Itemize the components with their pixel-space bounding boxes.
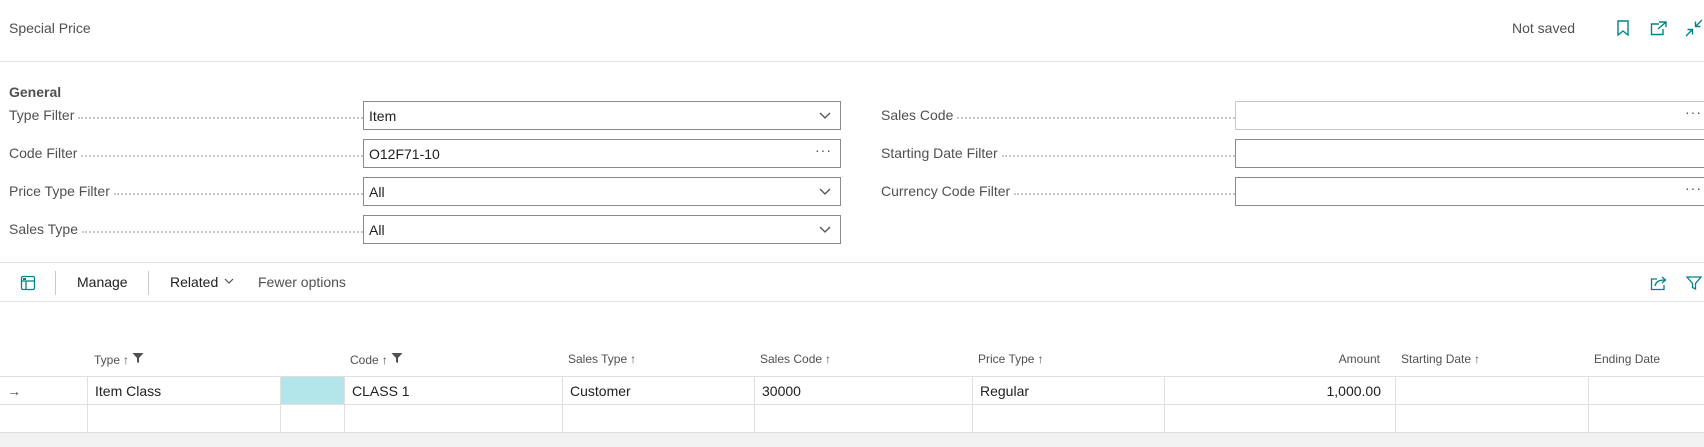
cell-price-type[interactable] bbox=[972, 405, 1164, 433]
sort-ascending-icon: ↑ bbox=[381, 352, 388, 367]
cell-sales-code[interactable] bbox=[754, 405, 972, 433]
lookup-ellipsis-icon[interactable]: ··· bbox=[1685, 104, 1702, 120]
cell-sales-type[interactable]: Customer bbox=[562, 377, 754, 405]
cell-type[interactable]: Item Class bbox=[87, 377, 280, 405]
section-title-general: General bbox=[9, 84, 62, 100]
column-header-sales-type[interactable]: Sales Type ↑ bbox=[568, 352, 636, 366]
column-header-amount[interactable]: Amount bbox=[1200, 352, 1380, 366]
collapse-icon[interactable] bbox=[1683, 17, 1704, 39]
cell-ending-date[interactable] bbox=[1588, 405, 1704, 433]
row-indicator-arrow-icon: → bbox=[7, 383, 21, 399]
type-filter-label: Type Filter bbox=[9, 107, 363, 123]
show-as-list-icon[interactable] bbox=[17, 272, 39, 294]
page-header: Special Price Not saved bbox=[0, 0, 1704, 62]
table-row[interactable]: → Item Class CLASS 1 Customer 30000 Regu… bbox=[0, 376, 1704, 405]
toolbar-divider bbox=[55, 271, 56, 295]
sort-ascending-icon: ↑ bbox=[630, 352, 637, 366]
action-toolbar: Manage Related Fewer options bbox=[0, 262, 1704, 302]
sort-ascending-icon: ↑ bbox=[825, 352, 832, 366]
open-new-window-icon[interactable] bbox=[1647, 17, 1669, 39]
sort-ascending-icon: ↑ bbox=[123, 352, 130, 367]
related-menu[interactable]: Related bbox=[170, 274, 235, 290]
sales-code-field[interactable]: ··· bbox=[1235, 101, 1704, 130]
lookup-ellipsis-icon[interactable]: ··· bbox=[815, 142, 832, 158]
footer-strip bbox=[0, 432, 1704, 447]
column-filter-icon bbox=[391, 352, 403, 367]
cell-sales-type[interactable] bbox=[562, 405, 754, 433]
cell-code[interactable] bbox=[344, 405, 562, 433]
manage-menu[interactable]: Manage bbox=[77, 274, 128, 290]
toolbar-divider bbox=[148, 271, 149, 295]
price-type-filter-label: Price Type Filter bbox=[9, 183, 363, 199]
chevron-down-icon[interactable] bbox=[818, 222, 832, 239]
cell-code[interactable]: CLASS 1 bbox=[344, 377, 562, 405]
cell-starting-date[interactable] bbox=[1395, 405, 1588, 433]
page-title: Special Price bbox=[9, 20, 91, 36]
chevron-down-icon[interactable] bbox=[818, 108, 832, 125]
cell-starting-date[interactable] bbox=[1395, 377, 1588, 405]
chevron-down-icon[interactable] bbox=[818, 184, 832, 201]
column-header-type[interactable]: Type ↑ bbox=[94, 352, 144, 367]
column-header-starting-date[interactable]: Starting Date ↑ bbox=[1401, 352, 1480, 366]
column-header-code[interactable]: Code ↑ bbox=[350, 352, 403, 367]
column-header-ending-date[interactable]: Ending Date bbox=[1594, 352, 1660, 366]
column-header-sales-code[interactable]: Sales Code ↑ bbox=[760, 352, 831, 366]
cell-selected[interactable] bbox=[280, 377, 344, 405]
currency-code-filter-label: Currency Code Filter bbox=[881, 183, 1235, 199]
lookup-ellipsis-icon[interactable]: ··· bbox=[1685, 180, 1702, 196]
sales-type-dropdown[interactable]: All bbox=[363, 215, 841, 244]
save-status: Not saved bbox=[1512, 20, 1576, 36]
sort-ascending-icon: ↑ bbox=[1037, 352, 1044, 366]
type-filter-value: Item bbox=[369, 108, 397, 124]
currency-code-filter-field[interactable]: ··· bbox=[1235, 177, 1704, 206]
cell-sales-code[interactable]: 30000 bbox=[754, 377, 972, 405]
code-filter-field[interactable]: O12F71-10 ··· bbox=[363, 139, 841, 168]
bookmark-icon[interactable] bbox=[1612, 17, 1634, 39]
starting-date-filter-label: Starting Date Filter bbox=[881, 145, 1235, 161]
sales-code-label: Sales Code bbox=[881, 107, 1235, 123]
cell-price-type[interactable]: Regular bbox=[972, 377, 1164, 405]
cell-amount[interactable] bbox=[1164, 405, 1395, 433]
starting-date-filter-field[interactable] bbox=[1235, 139, 1704, 168]
code-filter-value: O12F71-10 bbox=[369, 146, 440, 162]
type-filter-dropdown[interactable]: Item bbox=[363, 101, 841, 130]
sort-ascending-icon: ↑ bbox=[1474, 352, 1481, 366]
fewer-options-button[interactable]: Fewer options bbox=[258, 274, 346, 290]
sales-type-label: Sales Type bbox=[9, 221, 363, 237]
price-type-filter-dropdown[interactable]: All bbox=[363, 177, 841, 206]
cell-type[interactable] bbox=[87, 405, 280, 433]
cell-ending-date[interactable] bbox=[1588, 377, 1704, 405]
table-row-empty[interactable] bbox=[0, 404, 1704, 433]
share-icon[interactable] bbox=[1647, 272, 1669, 294]
column-filter-icon bbox=[132, 352, 144, 367]
cell-spacer[interactable] bbox=[280, 405, 344, 433]
cell-amount[interactable]: 1,000.00 bbox=[1164, 377, 1395, 405]
filter-icon[interactable] bbox=[1683, 272, 1704, 294]
price-type-filter-value: All bbox=[369, 184, 385, 200]
column-header-price-type[interactable]: Price Type ↑ bbox=[978, 352, 1043, 366]
sales-type-value: All bbox=[369, 222, 385, 238]
chevron-down-icon bbox=[223, 274, 235, 290]
code-filter-label: Code Filter bbox=[9, 145, 363, 161]
